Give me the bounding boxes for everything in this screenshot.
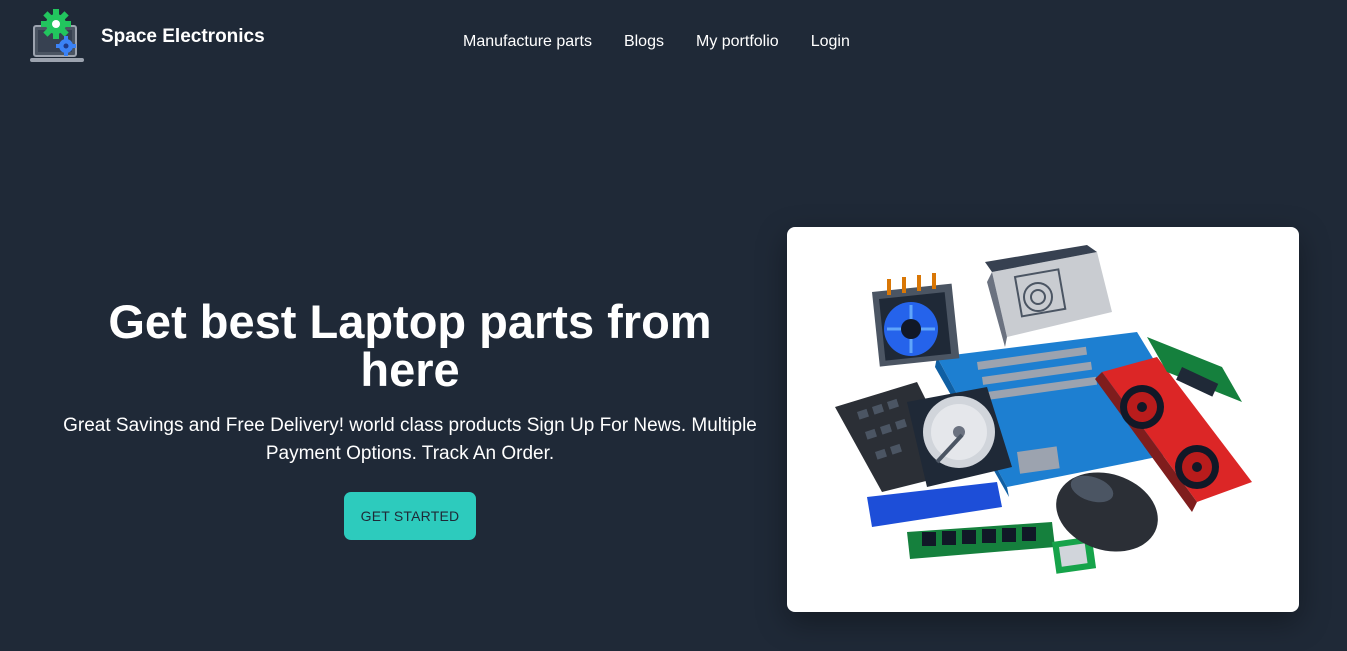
get-started-button[interactable]: GET STARTED bbox=[343, 492, 477, 540]
hero-image bbox=[787, 227, 1299, 612]
navbar: Space Electronics Manufacture parts Blog… bbox=[0, 0, 1347, 90]
hero-title: Get best Laptop parts from here bbox=[108, 295, 712, 396]
hero-section: Get best Laptop parts from here Great Sa… bbox=[40, 298, 780, 540]
nav-login[interactable]: Login bbox=[811, 33, 850, 51]
computer-parts-illustration bbox=[835, 245, 1252, 574]
gear-laptop-icon[interactable] bbox=[28, 8, 86, 64]
nav-my-portfolio[interactable]: My portfolio bbox=[696, 33, 779, 51]
nav-manufacture-parts[interactable]: Manufacture parts bbox=[463, 33, 592, 51]
brand-name[interactable]: Space Electronics bbox=[101, 26, 265, 48]
main-nav: Manufacture parts Blogs My portfolio Log… bbox=[463, 33, 850, 51]
nav-blogs[interactable]: Blogs bbox=[624, 33, 664, 51]
hero-subtitle: Great Savings and Free Delivery! world c… bbox=[63, 415, 757, 464]
